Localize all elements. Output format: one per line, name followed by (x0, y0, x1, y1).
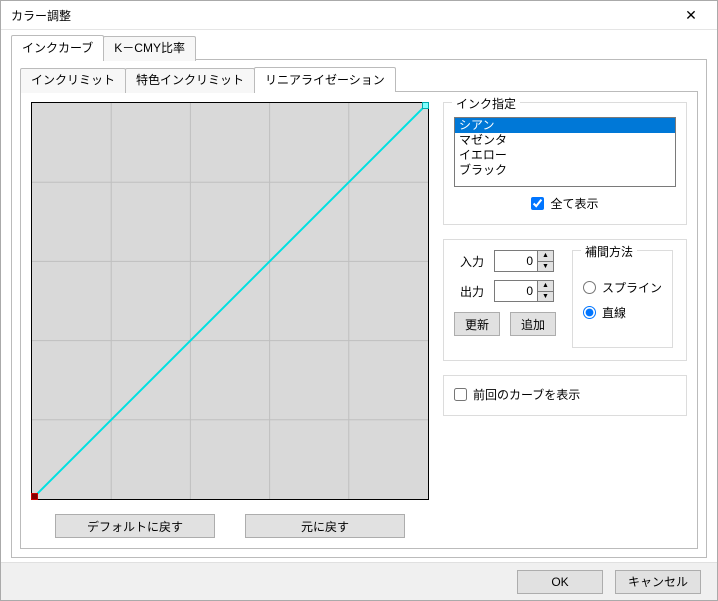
button-label: 追加 (521, 316, 545, 333)
tab-label: K－CMY比率 (114, 41, 185, 55)
control-point-end[interactable] (422, 102, 429, 109)
input-spinner[interactable]: ▲ ▼ (494, 250, 554, 272)
output-spinner[interactable]: ▲ ▼ (494, 280, 554, 302)
radio-spline[interactable] (583, 281, 596, 294)
add-button[interactable]: 追加 (510, 312, 556, 336)
button-label: OK (551, 575, 568, 589)
button-label: キャンセル (628, 573, 688, 590)
spinner-arrows: ▲ ▼ (538, 250, 554, 272)
input-label: 入力 (454, 253, 484, 270)
list-item-label: ブラック (459, 163, 507, 177)
graph-button-row: デフォルトに戻す 元に戻す (31, 514, 429, 538)
chevron-down-icon[interactable]: ▼ (538, 291, 554, 303)
tab-label: インクリミット (31, 73, 115, 87)
show-all-row: 全て表示 (454, 195, 676, 212)
radio-line[interactable] (583, 306, 596, 319)
tab-ink-limit[interactable]: インクリミット (20, 68, 126, 93)
output-field[interactable] (494, 280, 538, 302)
update-button[interactable]: 更新 (454, 312, 500, 336)
right-column: インク指定 シアン マゼンタ イエロー (443, 102, 687, 538)
radio-spline-row: スプライン (583, 279, 662, 296)
left-column: デフォルトに戻す 元に戻す (31, 102, 429, 538)
main-tab-pane: インクリミット 特色インクリミット リニアライゼーション (11, 60, 707, 558)
content-area: インクカーブ K－CMY比率 インクリミット 特色インクリミット リニアライゼー… (1, 30, 717, 562)
group-legend: インク指定 (452, 95, 520, 112)
dialog-window: カラー調整 ✕ インクカーブ K－CMY比率 インクリミット 特色インクリミット (0, 0, 718, 601)
default-button[interactable]: デフォルトに戻す (55, 514, 215, 538)
radio-line-row: 直線 (583, 304, 662, 321)
checkbox-label: 全て表示 (550, 195, 598, 212)
group-legend: 補間方法 (581, 243, 637, 260)
chevron-up-icon[interactable]: ▲ (538, 250, 554, 261)
tab-k-cmy-ratio[interactable]: K－CMY比率 (103, 36, 196, 61)
dialog-footer: OK キャンセル (1, 562, 717, 600)
tab-label: インクカーブ (22, 41, 93, 55)
prev-curve-group: 前回のカーブを表示 (443, 375, 687, 416)
sub-tab-pane: デフォルトに戻す 元に戻す インク指定 シアン (20, 92, 698, 549)
ink-item-cyan[interactable]: シアン (455, 118, 675, 133)
tab-ink-curve[interactable]: インクカーブ (11, 35, 104, 60)
revert-button[interactable]: 元に戻す (245, 514, 405, 538)
ink-listbox[interactable]: シアン マゼンタ イエロー ブラック (454, 117, 676, 187)
chevron-up-icon[interactable]: ▲ (538, 280, 554, 291)
input-field[interactable] (494, 250, 538, 272)
ink-spec-group: インク指定 シアン マゼンタ イエロー (443, 102, 687, 225)
sub-tabs: インクリミット 特色インクリミット リニアライゼーション (20, 66, 698, 92)
interpolation-group: 補間方法 スプライン 直線 (572, 250, 673, 348)
radio-label: スプライン (602, 279, 662, 296)
button-label: 更新 (465, 316, 489, 333)
show-all-checkbox[interactable] (531, 197, 544, 210)
checkbox-label: 前回のカーブを表示 (473, 386, 580, 403)
button-label: デフォルトに戻す (87, 518, 183, 535)
ink-item-magenta[interactable]: マゼンタ (455, 133, 675, 148)
tab-label: リニアライゼーション (265, 73, 385, 87)
control-point-start[interactable] (31, 493, 38, 500)
main-tabs: インクカーブ K－CMY比率 (11, 34, 707, 60)
window-title: カラー調整 (11, 7, 71, 24)
prev-curve-row: 前回のカーブを表示 (454, 386, 676, 403)
chevron-down-icon[interactable]: ▼ (538, 261, 554, 273)
tab-linearization[interactable]: リニアライゼーション (254, 67, 396, 92)
close-icon: ✕ (685, 7, 697, 24)
radio-label: 直線 (602, 304, 626, 321)
input-row: 入力 ▲ ▼ (454, 250, 556, 272)
output-label: 出力 (454, 283, 484, 300)
list-item-label: シアン (459, 118, 495, 132)
io-button-row: 更新 追加 (454, 312, 556, 336)
list-item-label: イエロー (459, 148, 507, 162)
output-row: 出力 ▲ ▼ (454, 280, 556, 302)
spinner-arrows: ▲ ▼ (538, 280, 554, 302)
button-label: 元に戻す (301, 518, 349, 535)
tab-label: 特色インクリミット (136, 73, 244, 87)
close-button[interactable]: ✕ (671, 1, 711, 29)
ink-item-yellow[interactable]: イエロー (455, 148, 675, 163)
io-group: 入力 ▲ ▼ 出力 (443, 239, 687, 361)
ok-button[interactable]: OK (517, 570, 603, 594)
curve-line-cyan (32, 103, 428, 499)
graph-svg (32, 103, 428, 499)
tab-spot-ink-limit[interactable]: 特色インクリミット (125, 68, 255, 93)
io-fields: 入力 ▲ ▼ 出力 (454, 250, 556, 336)
list-item-label: マゼンタ (459, 133, 507, 147)
ink-item-black[interactable]: ブラック (455, 163, 675, 178)
prev-curve-checkbox[interactable] (454, 388, 467, 401)
curve-graph[interactable] (31, 102, 429, 500)
titlebar: カラー調整 ✕ (1, 1, 717, 30)
cancel-button[interactable]: キャンセル (615, 570, 701, 594)
